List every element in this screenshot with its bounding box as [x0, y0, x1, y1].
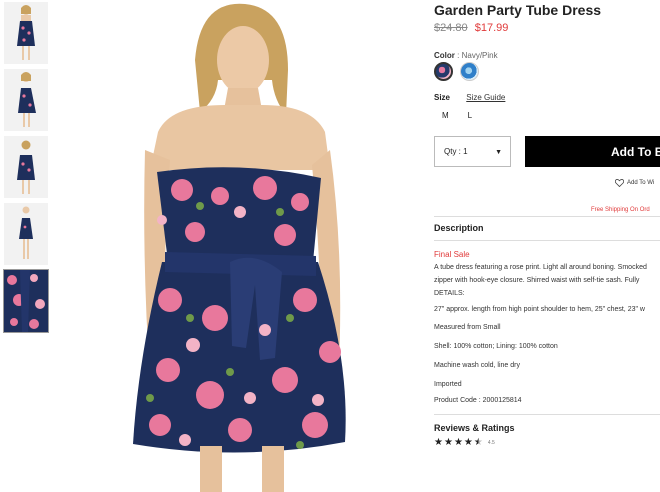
star-icon: ★: [463, 437, 473, 448]
final-sale-label: Final Sale: [434, 250, 470, 259]
divider: [434, 240, 660, 241]
color-label: Color: [434, 51, 455, 60]
add-to-wishlist-link[interactable]: Add To Wi: [615, 179, 654, 187]
description-line: Imported: [434, 381, 462, 388]
color-separator: :: [457, 51, 460, 60]
size-label-row: Size Size Guide: [434, 93, 505, 102]
main-product-image[interactable]: [50, 0, 425, 492]
half-star-icon: ★: [473, 437, 483, 448]
thumbnail-side[interactable]: [4, 69, 48, 131]
details-heading: DETAILS:: [434, 290, 465, 297]
size-option-l[interactable]: L: [468, 111, 472, 120]
chevron-down-icon: ▼: [495, 149, 502, 156]
original-price: $24.80: [434, 22, 468, 34]
product-details-panel: Garden Party Tube Dress $24.80 $17.99 Co…: [434, 0, 660, 492]
sale-price: $17.99: [474, 22, 509, 34]
quantity-label: Qty : 1: [444, 147, 468, 156]
thumbnail-full[interactable]: [4, 203, 48, 265]
star-icon: ★: [434, 437, 443, 448]
size-options: M L: [442, 111, 472, 120]
add-to-bag-button[interactable]: Add To B: [525, 136, 660, 167]
reviews-heading[interactable]: Reviews & Ratings: [434, 423, 515, 433]
wishlist-label: Add To Wi: [627, 180, 655, 186]
heart-icon: [615, 179, 624, 187]
star-icon: ★: [453, 437, 463, 448]
description-line: zipper with hook-eye closure. Shirred wa…: [434, 277, 640, 284]
color-value: Navy/Pink: [461, 51, 498, 60]
size-guide-link[interactable]: Size Guide: [466, 93, 505, 102]
color-label-row: Color : Navy/Pink: [434, 51, 498, 60]
rating-value: 4.5: [487, 439, 495, 446]
divider: [434, 216, 660, 217]
price-row: $24.80 $17.99: [434, 22, 508, 34]
swatch-blue[interactable]: [460, 62, 479, 81]
product-title: Garden Party Tube Dress: [434, 2, 602, 18]
thumbnail-front[interactable]: [4, 2, 48, 64]
description-line: Shell: 100% cotton; Lining: 100% cotton: [434, 343, 558, 350]
thumbnail-back[interactable]: [4, 136, 48, 198]
free-shipping-notice: Free Shipping On Ord: [591, 207, 650, 213]
description-line: Measured from Small: [434, 324, 501, 331]
size-option-m[interactable]: M: [442, 111, 449, 120]
description-line: Machine wash cold, line dry: [434, 362, 520, 369]
quantity-select[interactable]: Qty : 1 ▼: [434, 136, 511, 167]
description-heading[interactable]: Description: [434, 223, 484, 233]
color-swatches: [434, 62, 479, 81]
swatch-navy-pink[interactable]: [434, 62, 453, 81]
thumbnail-detail[interactable]: [3, 269, 49, 333]
description-line: 27" approx. length from high point shoul…: [434, 306, 645, 313]
size-label: Size: [434, 93, 451, 102]
thumbnail-list: [3, 2, 49, 337]
rating-stars: ★ ★ ★ ★ ★ 4.5: [434, 437, 495, 448]
product-code: Product Code : 2000125814: [434, 397, 522, 404]
divider: [434, 414, 660, 415]
description-line: A tube dress featuring a rose print. Lig…: [434, 264, 647, 271]
star-icon: ★: [443, 437, 453, 448]
